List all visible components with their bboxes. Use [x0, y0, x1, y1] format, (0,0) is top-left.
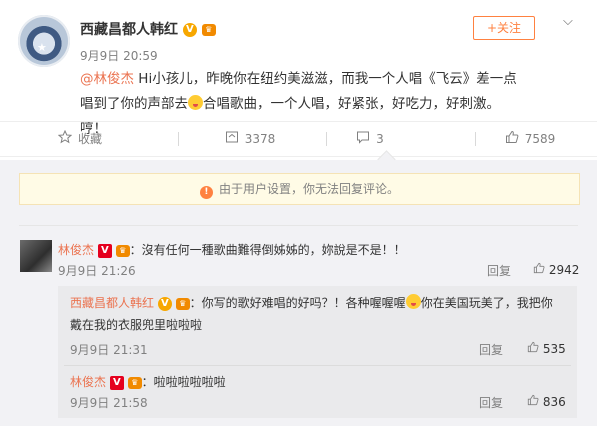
follow-button[interactable]: +关注 [473, 16, 535, 40]
comment-time: 9月9日 21:31 [70, 343, 148, 357]
comment-author[interactable]: 林俊杰 [70, 375, 106, 389]
comment-like-button[interactable]: 836 [527, 394, 566, 409]
mention-link[interactable]: @林俊杰 [80, 71, 134, 87]
vip-crown-icon: ♛ [127, 376, 142, 389]
repost-button[interactable]: 3378 [210, 122, 290, 156]
verified-badge-icon: V [97, 243, 112, 258]
warning-icon: ! [199, 186, 213, 199]
reply-button[interactable]: 回复 [487, 262, 511, 279]
sub-reply-line-2: 戴在我的衣服兜里啦啦啦 [70, 318, 203, 332]
laugh-emoji-icon [405, 294, 421, 309]
tongue-emoji-icon [188, 95, 203, 110]
like-button[interactable]: 7589 [495, 122, 565, 156]
divider [19, 225, 578, 226]
action-bar: 收藏 3378 3 7589 [0, 121, 597, 157]
post-author[interactable]: 西藏昌都人韩红 V ♛ [80, 19, 216, 39]
thumbs-up-icon [527, 394, 539, 409]
divider [64, 365, 571, 366]
reply-button[interactable]: 回复 [479, 394, 503, 411]
comment-line: 林俊杰 V ♛ ：沒有任何一種歌曲難得倒姊姊的，妳說是不是！！ [58, 241, 406, 258]
sub-reply-line: 林俊杰 V ♛ ：啦啦啦啦啦啦 [70, 375, 226, 390]
comment-text: ：沒有任何一種歌曲難得倒姊姊的，妳說是不是！！ [129, 243, 406, 257]
thumbs-up-icon [505, 123, 519, 157]
comment-time: 9月9日 21:26 [58, 264, 136, 278]
comment-author[interactable]: 西藏昌都人韩红 [70, 296, 154, 310]
collect-button[interactable]: 收藏 [40, 122, 120, 156]
comment-icon [356, 123, 370, 157]
comment-time: 9月9日 21:58 [70, 396, 148, 410]
avatar[interactable]: ★ [18, 15, 70, 67]
verified-badge-icon: V [157, 296, 172, 311]
comment-like-button[interactable]: 535 [527, 341, 566, 356]
vip-crown-icon: ♛ [201, 24, 216, 36]
author-name[interactable]: 西藏昌都人韩红 [80, 22, 178, 38]
post-time[interactable]: 9月9日 20:59 [80, 47, 158, 64]
thumbs-up-icon [527, 341, 539, 356]
reply-button[interactable]: 回复 [479, 341, 503, 358]
thumbs-up-icon [533, 262, 545, 277]
sub-reply-line: 西藏昌都人韩红 V ♛ ：你写的歌好难唱的好吗？！各种喔喔喔 你在美国玩美了，我把你 [70, 294, 553, 311]
comment-button[interactable]: 3 [340, 122, 400, 156]
repost-icon [225, 123, 239, 157]
star-outline-icon [57, 123, 73, 157]
comment-author[interactable]: 林俊杰 [58, 243, 94, 257]
reply-disabled-notice: ! 由于用户设置，你无法回复评论。 [19, 173, 580, 205]
chevron-down-icon[interactable]: ⌵ [563, 14, 573, 29]
verified-badge-icon: V [109, 375, 124, 390]
verified-badge-icon: V [182, 23, 197, 37]
comment-like-button[interactable]: 2942 [533, 262, 579, 277]
vip-crown-icon: ♛ [115, 244, 130, 257]
comment-avatar[interactable] [20, 240, 52, 272]
vip-crown-icon: ♛ [175, 297, 190, 310]
star-icon: ★ [37, 41, 47, 54]
